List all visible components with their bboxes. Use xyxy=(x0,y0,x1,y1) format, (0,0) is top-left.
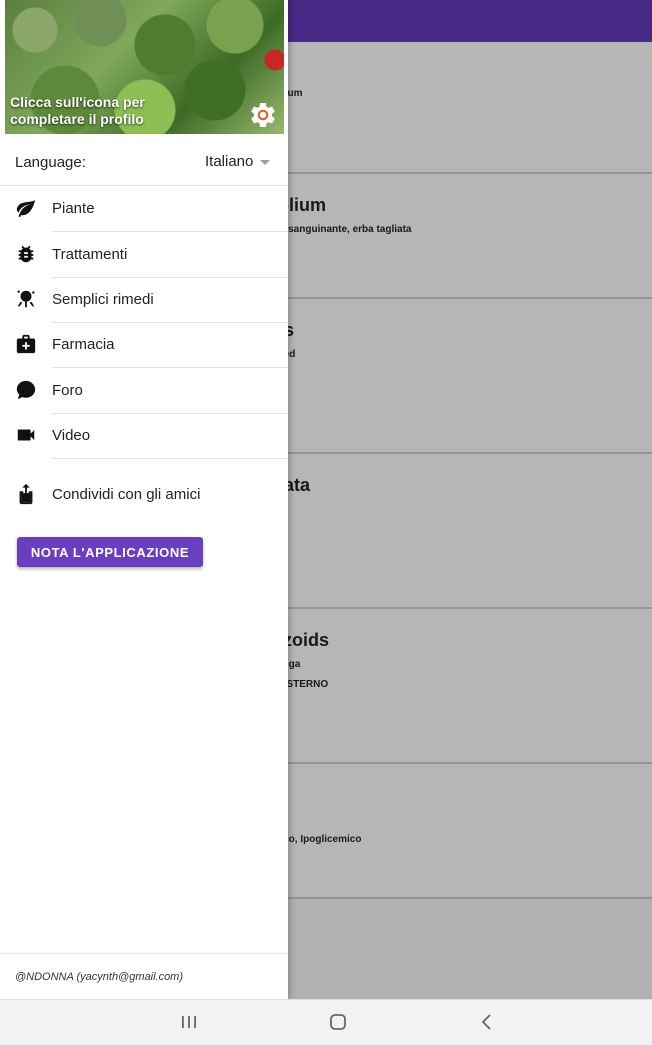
menu-item-farmacia[interactable]: Farmacia xyxy=(0,322,288,368)
profile-prompt[interactable]: Clicca sull'icona per completare il prof… xyxy=(10,94,180,128)
home-icon[interactable] xyxy=(326,1010,350,1034)
leaf-icon xyxy=(16,199,36,218)
menu-item-label: Trattamenti xyxy=(52,246,128,263)
gear-icon[interactable] xyxy=(248,100,278,130)
drawer-scrim[interactable] xyxy=(288,0,652,999)
menu-item-condividi[interactable]: Condividi con gli amici xyxy=(0,472,288,518)
back-icon[interactable] xyxy=(475,1010,499,1034)
menu-item-trattamenti[interactable]: Trattamenti xyxy=(0,232,288,278)
menu-item-piante[interactable]: Piante xyxy=(0,186,288,232)
menu-item-semplici-rimedi[interactable]: Semplici rimedi xyxy=(0,277,288,323)
share-icon xyxy=(19,483,33,505)
account-footer: @NDONNA (yacynth@gmail.com) xyxy=(15,971,184,983)
remedy-icon xyxy=(17,290,35,308)
menu-item-label: Piante xyxy=(52,200,95,217)
divider xyxy=(52,458,288,459)
language-select[interactable]: Italiano xyxy=(205,153,253,170)
drawer-header-image[interactable]: Clicca sull'icona per completare il prof… xyxy=(5,0,284,134)
menu-item-label: Condividi con gli amici xyxy=(52,486,201,503)
menu-item-video[interactable]: Video xyxy=(0,413,288,459)
medical-bag-icon xyxy=(16,334,36,354)
chevron-down-icon[interactable] xyxy=(260,160,270,165)
system-navigation-bar xyxy=(0,999,652,1045)
navigation-drawer: Clicca sull'icona per completare il prof… xyxy=(0,0,288,999)
language-label: Language: xyxy=(15,154,86,171)
video-camera-icon xyxy=(17,429,35,441)
menu-item-label: Semplici rimedi xyxy=(52,291,154,308)
divider xyxy=(0,953,288,954)
chat-bubbles-icon xyxy=(16,380,36,400)
recent-apps-icon[interactable] xyxy=(177,1010,201,1034)
menu-item-label: Foro xyxy=(52,382,83,399)
menu-item-foro[interactable]: Foro xyxy=(0,368,288,414)
menu-item-label: Video xyxy=(52,427,91,444)
menu-item-label: Farmacia xyxy=(52,336,115,353)
bug-icon xyxy=(18,245,34,263)
language-row: Language: Italiano xyxy=(0,134,288,186)
rate-app-button[interactable]: NOTA L'APPLICAZIONE xyxy=(17,537,203,567)
